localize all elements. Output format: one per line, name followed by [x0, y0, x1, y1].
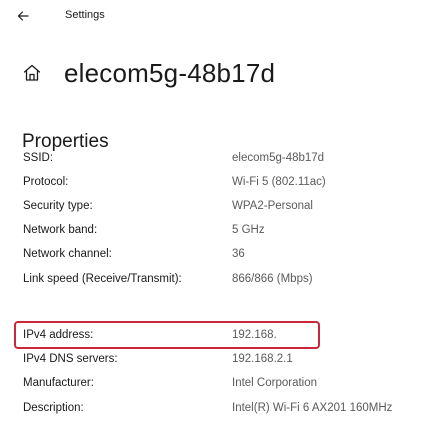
- property-value: Wi-Fi 5 (802.11ac): [232, 176, 326, 188]
- property-label: Protocol:: [23, 176, 69, 188]
- property-row-ipv4-address: IPv4 address: 192.168.: [23, 326, 433, 344]
- home-icon: [22, 62, 44, 84]
- property-row-security-type: Security type: WPA2-Personal: [23, 197, 433, 215]
- page-header: elecom5g-48b17d: [22, 55, 275, 91]
- property-label: Description:: [23, 402, 84, 414]
- property-row-description: Description: Intel(R) Wi-Fi 6 AX201 160M…: [23, 399, 433, 417]
- property-value: Intel Corporation: [232, 377, 318, 389]
- property-label: IPv4 address:: [23, 329, 94, 341]
- property-row-ssid: SSID: elecom5g-48b17d: [23, 149, 433, 167]
- property-value: elecom5g-48b17d: [232, 152, 325, 164]
- property-row-manufacturer: Manufacturer: Intel Corporation: [23, 374, 433, 392]
- property-value: 192.168.2.1: [232, 353, 293, 365]
- page-title: elecom5g-48b17d: [64, 57, 276, 88]
- property-row-protocol: Protocol: Wi-Fi 5 (802.11ac): [23, 173, 433, 191]
- title-bar: Settings: [0, 0, 438, 32]
- property-row-network-channel: Network channel: 36: [23, 245, 433, 263]
- property-value: 192.168.: [232, 329, 277, 341]
- back-arrow-icon: [17, 11, 29, 21]
- property-value: 866/866 (Mbps): [232, 273, 313, 285]
- property-label: SSID:: [23, 152, 54, 164]
- property-row-link-speed: Link speed (Receive/Transmit): 866/866 (…: [23, 270, 433, 288]
- property-label: Link speed (Receive/Transmit):: [23, 273, 182, 285]
- property-value: Intel(R) Wi-Fi 6 AX201 160MHz: [232, 402, 393, 414]
- back-button[interactable]: [12, 5, 34, 27]
- property-label: Network channel:: [23, 248, 112, 260]
- property-value: 36: [232, 248, 245, 260]
- property-row-ipv4-dns: IPv4 DNS servers: 192.168.2.1: [23, 350, 433, 368]
- property-value: WPA2-Personal: [232, 200, 313, 212]
- property-label: Manufacturer:: [23, 377, 94, 389]
- property-row-network-band: Network band: 5 GHz: [23, 221, 433, 239]
- app-title: Settings: [65, 9, 105, 21]
- property-label: Security type:: [23, 200, 93, 212]
- property-value: 5 GHz: [232, 224, 265, 236]
- property-label: Network band:: [23, 224, 98, 236]
- property-label: IPv4 DNS servers:: [23, 353, 118, 365]
- settings-page: Settings elecom5g-48b17d Properties SSID…: [0, 0, 438, 425]
